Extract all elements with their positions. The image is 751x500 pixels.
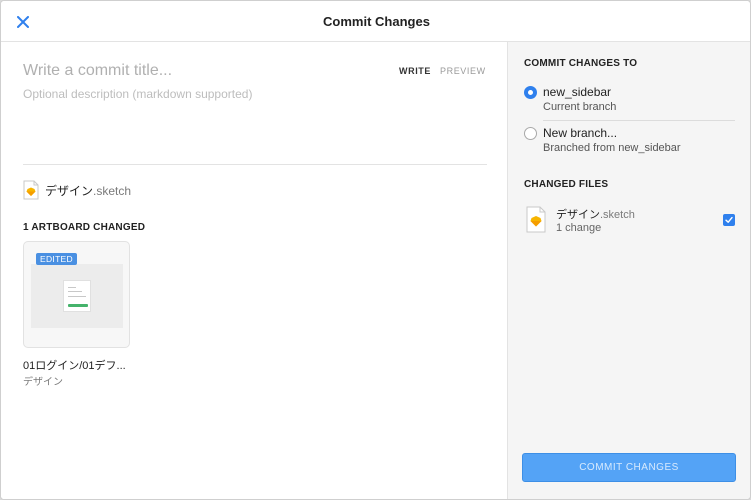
branch-name: New branch... xyxy=(543,126,618,140)
commit-changes-button[interactable]: COMMIT CHANGES xyxy=(522,453,736,482)
branch-subtitle: Current branch xyxy=(543,101,617,113)
file-name: デザイン.sketch xyxy=(45,183,132,198)
artboards-changed-title: 1 ARTBOARD CHANGED xyxy=(23,222,146,233)
radio-button[interactable] xyxy=(524,86,537,99)
commit-title-input[interactable] xyxy=(23,60,383,82)
tab-write[interactable]: WRITE xyxy=(399,66,431,76)
dialog-header: Commit Changes xyxy=(1,1,750,42)
commit-editor-panel: WRITE PREVIEW デザイン.sketch 1 ARTBOARD CHA… xyxy=(1,42,507,499)
divider xyxy=(23,164,487,165)
changed-file-item: デザイン.sketch 1 change xyxy=(524,204,738,238)
artboard-page-name: デザイン xyxy=(23,377,63,388)
artboard-mini-page xyxy=(63,280,91,312)
commit-options-panel: COMMIT CHANGES TO new_sidebar Current br… xyxy=(507,42,750,499)
file-checkbox[interactable] xyxy=(723,214,735,226)
edited-badge: EDITED xyxy=(36,253,77,265)
artboard-card[interactable]: EDITED xyxy=(23,241,130,348)
changed-files-title: CHANGED FILES xyxy=(524,179,609,190)
radio-button[interactable] xyxy=(524,127,537,140)
changed-file-name: デザイン.sketch xyxy=(556,209,635,221)
branch-option-current[interactable]: new_sidebar Current branch xyxy=(524,85,734,119)
sketch-file-icon xyxy=(526,206,546,233)
artboard-thumbnail xyxy=(31,264,123,328)
dialog-title: Commit Changes xyxy=(323,14,430,29)
changed-file-count: 1 change xyxy=(556,222,602,234)
sketch-file-icon xyxy=(23,180,39,200)
divider xyxy=(543,120,735,121)
branch-name: new_sidebar xyxy=(543,85,612,99)
branch-option-new[interactable]: New branch... Branched from new_sidebar xyxy=(524,126,734,160)
commit-to-title: COMMIT CHANGES TO xyxy=(524,58,638,69)
tab-preview[interactable]: PREVIEW xyxy=(440,66,486,76)
artboard-name: 01ログイン/01デフ... xyxy=(23,360,126,372)
commit-description-input[interactable] xyxy=(23,87,483,157)
commit-dialog: Commit Changes WRITE PREVIEW デザイン.sketch… xyxy=(0,0,751,500)
check-icon xyxy=(725,216,733,223)
file-header: デザイン.sketch xyxy=(23,180,131,200)
branch-subtitle: Branched from new_sidebar xyxy=(543,142,681,154)
